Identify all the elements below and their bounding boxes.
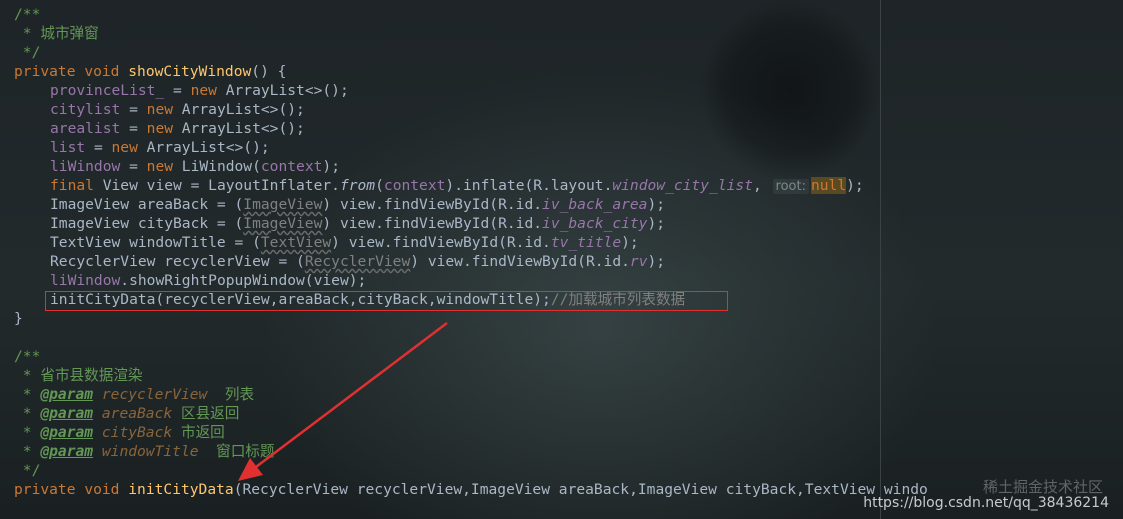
annotation-arrow-head xyxy=(238,458,263,481)
annotation-arrow xyxy=(238,322,448,481)
code-editor[interactable]: /** * 城市弹窗 */ private void showCityWindo… xyxy=(0,0,1123,519)
watermark-url: https://blog.csdn.net/qq_38436214 xyxy=(863,495,1109,511)
annotation-arrow-shaft xyxy=(251,322,448,471)
watermark-overlay-text: 稀土掘金技术社区 xyxy=(982,478,1103,496)
